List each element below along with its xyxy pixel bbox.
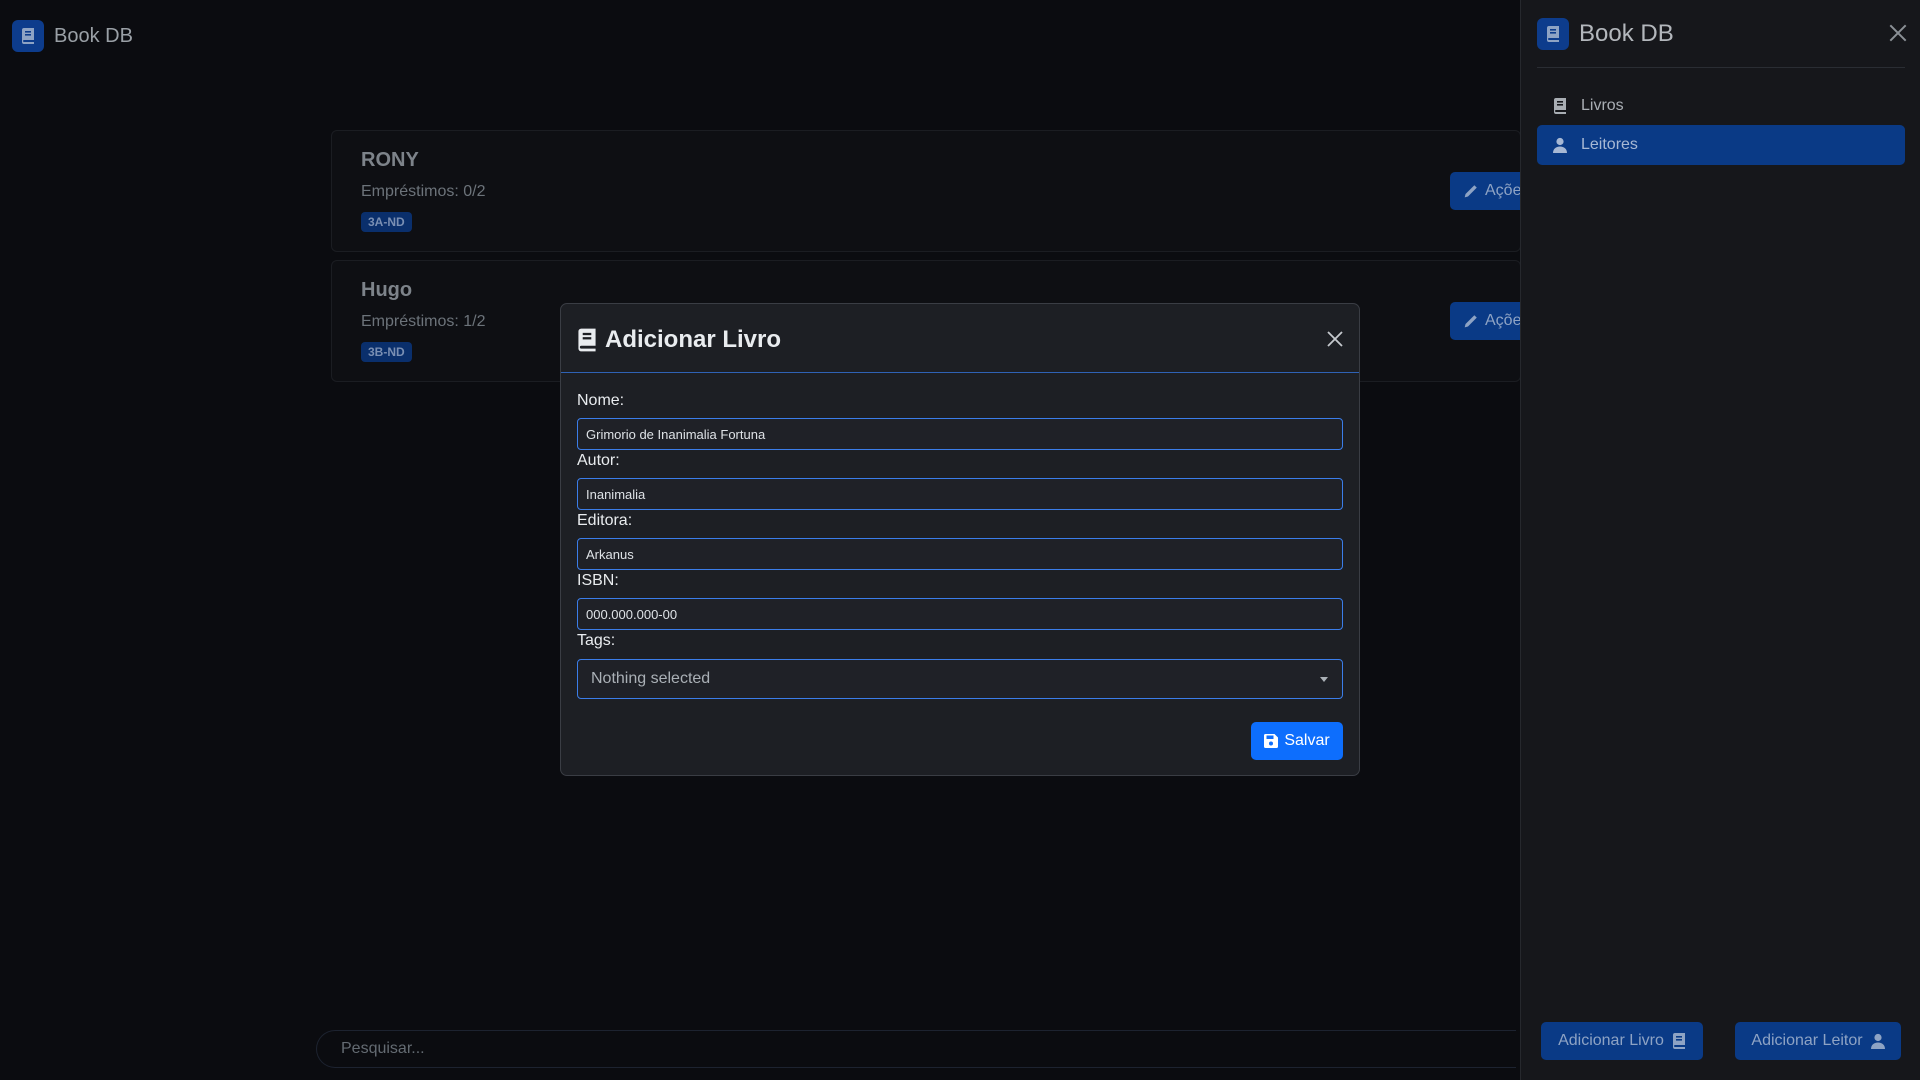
actions-button[interactable]: Açõe <box>1450 302 1530 340</box>
reader-name: Hugo <box>361 279 413 301</box>
caret-down-icon <box>1320 677 1328 682</box>
add-reader-button[interactable]: Adicionar Leitor <box>1735 1022 1901 1060</box>
save-button-label: Salvar <box>1284 732 1330 749</box>
actions-button-label: Açõe <box>1485 312 1522 329</box>
book-icon <box>578 328 596 352</box>
app-title: Book DB <box>54 24 133 47</box>
class-badge: 3B-ND <box>361 342 412 362</box>
autor-field[interactable] <box>577 478 1343 510</box>
modal-title-text: Adicionar Livro <box>605 326 782 353</box>
reader-loans: Empréstimos: 1/2 <box>361 313 486 330</box>
isbn-label: ISBN: <box>577 572 619 589</box>
sidebar-item-leitores[interactable]: Leitores <box>1537 125 1905 165</box>
book-icon <box>1554 98 1566 114</box>
modal-title: Adicionar Livro <box>577 326 781 354</box>
floppy-disk-icon <box>1264 734 1279 748</box>
sidebar: Book DB Livros Leitores Adicionar Livro … <box>1520 0 1920 1080</box>
sidebar-brand: Book DB <box>1537 18 1674 50</box>
tags-select[interactable]: Nothing selected <box>577 659 1343 699</box>
user-icon <box>1553 137 1567 153</box>
editora-field[interactable] <box>577 538 1343 570</box>
app-brand[interactable]: Book DB <box>12 20 133 52</box>
pencil-icon <box>1464 314 1477 327</box>
actions-button-label: Açõe <box>1485 182 1522 199</box>
close-icon[interactable] <box>1887 22 1909 44</box>
isbn-field[interactable] <box>577 598 1343 630</box>
tags-label: Tags: <box>577 632 616 649</box>
book-icon <box>1672 1033 1685 1049</box>
autor-label: Autor: <box>577 452 620 469</box>
add-book-modal: Adicionar Livro Nome: Autor: Editora: IS… <box>560 303 1360 776</box>
close-icon[interactable] <box>1326 330 1344 348</box>
nome-label: Nome: <box>577 392 625 409</box>
sidebar-divider <box>1537 67 1905 68</box>
search-input[interactable] <box>316 1030 1516 1068</box>
add-reader-label: Adicionar Leitor <box>1751 1032 1863 1049</box>
sidebar-item-label: Livros <box>1581 97 1624 114</box>
editora-label: Editora: <box>577 512 633 529</box>
pencil-icon <box>1464 184 1477 197</box>
nome-field[interactable] <box>577 418 1343 450</box>
add-book-label: Adicionar Livro <box>1558 1032 1664 1049</box>
user-icon <box>1870 1033 1885 1049</box>
add-book-button[interactable]: Adicionar Livro <box>1541 1022 1703 1060</box>
class-badge: 3A-ND <box>361 212 412 232</box>
save-button[interactable]: Salvar <box>1251 722 1343 760</box>
book-icon <box>12 20 44 52</box>
sidebar-item-label: Leitores <box>1581 136 1638 153</box>
reader-name: RONY <box>361 149 419 171</box>
actions-button[interactable]: Açõe <box>1450 172 1530 210</box>
sidebar-item-livros[interactable]: Livros <box>1537 86 1905 126</box>
tags-select-value: Nothing selected <box>591 670 711 687</box>
sidebar-title: Book DB <box>1579 20 1674 47</box>
reader-loans: Empréstimos: 0/2 <box>361 183 486 200</box>
book-icon <box>1537 18 1569 50</box>
reader-card: RONY Empréstimos: 0/2 3A-ND Açõe <box>331 130 1530 252</box>
modal-header: Adicionar Livro <box>561 304 1359 373</box>
